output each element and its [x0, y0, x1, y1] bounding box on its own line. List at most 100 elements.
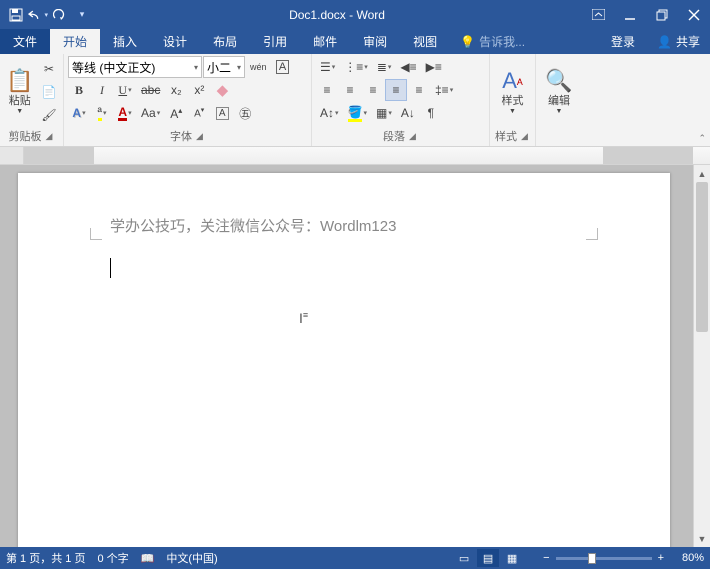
underline-button[interactable]: U▾ — [114, 79, 136, 101]
ribbon-display-options-icon[interactable] — [582, 0, 614, 29]
save-icon[interactable] — [6, 4, 26, 26]
cut-button[interactable]: ✂ — [37, 58, 60, 80]
horizontal-ruler[interactable] — [0, 147, 710, 165]
zoom-out-icon[interactable]: − — [543, 552, 549, 564]
paste-button[interactable]: 📋 粘贴 ▼ — [4, 56, 35, 128]
wen-label: wén — [250, 62, 267, 72]
subscript-button[interactable]: x₂ — [165, 79, 187, 101]
italic-button[interactable]: I — [91, 79, 113, 101]
tab-file[interactable]: 文件 — [0, 29, 50, 54]
pilcrow-icon: ¶ — [428, 106, 434, 120]
share-button[interactable]: 👤共享 — [647, 29, 710, 54]
page-count[interactable]: 第 1 页，共 1 页 — [6, 550, 85, 566]
web-layout-view-icon[interactable]: ▦ — [501, 549, 523, 567]
grow-font-button[interactable]: A▴ — [165, 102, 187, 124]
paragraph-dialog-launcher-icon[interactable]: ◢ — [407, 131, 418, 142]
tab-view[interactable]: 视图 — [400, 29, 450, 54]
close-icon[interactable] — [678, 0, 710, 29]
enclose-char-button[interactable]: ㊄ — [234, 102, 256, 124]
tab-mailings[interactable]: 邮件 — [300, 29, 350, 54]
tab-references[interactable]: 引用 — [250, 29, 300, 54]
clipboard-dialog-launcher-icon[interactable]: ◢ — [44, 131, 55, 142]
chevron-down-icon: ▼ — [16, 108, 23, 115]
zoom-slider[interactable] — [556, 557, 652, 560]
shrink-font-button[interactable]: A▾ — [188, 102, 210, 124]
ruler-left-margin[interactable] — [24, 147, 94, 164]
word-count[interactable]: 0 个字 — [97, 550, 128, 566]
increase-indent-button[interactable]: ▶≡ — [422, 56, 446, 78]
spellcheck-button[interactable]: 📖 — [141, 552, 155, 565]
page[interactable]: 学办公技巧，关注微信公众号：Wordlm123 I≡ — [18, 173, 670, 547]
collapse-ribbon-icon[interactable]: ⌃ — [698, 133, 706, 144]
language-button[interactable]: 中文(中国) — [166, 550, 217, 566]
align-left-button[interactable]: ≡ — [316, 79, 338, 101]
line-spacing-button[interactable]: ‡≡▾ — [431, 79, 457, 101]
vertical-scrollbar[interactable]: ▲ ▼ — [693, 165, 710, 547]
zoom-in-icon[interactable]: + — [658, 552, 664, 564]
decrease-indent-button[interactable]: ◀≡ — [396, 56, 420, 78]
font-dialog-launcher-icon[interactable]: ◢ — [194, 131, 205, 142]
ruler-right-margin[interactable] — [603, 147, 693, 164]
bold-icon: B — [75, 83, 83, 98]
phonetic-guide-button[interactable]: wén — [246, 56, 271, 78]
chevron-down-icon: ▾ — [388, 63, 392, 71]
text-effects-button[interactable]: A▾ — [68, 102, 90, 124]
undo-icon[interactable]: ▾ — [28, 4, 48, 26]
editing-group-label — [540, 128, 578, 144]
print-layout-view-icon[interactable]: ▤ — [477, 549, 499, 567]
restore-icon[interactable] — [646, 0, 678, 29]
qat-customize-icon[interactable]: ▾ — [72, 4, 92, 26]
zoom-thumb[interactable] — [588, 553, 596, 564]
tell-me-search[interactable]: 💡告诉我... — [450, 29, 535, 54]
format-painter-button[interactable]: 🖌 — [37, 104, 60, 126]
clear-formatting-button[interactable]: ◆ — [211, 79, 233, 101]
redo-icon[interactable] — [50, 4, 70, 26]
styles-button[interactable]: Aᴬ 样式 ▼ — [494, 56, 531, 128]
shading-button[interactable]: 🪣▾ — [344, 102, 371, 124]
chevron-down-icon: ▾ — [157, 109, 161, 117]
font-size-combo[interactable]: 小二▾ — [203, 56, 245, 78]
change-case-button[interactable]: Aa▾ — [137, 102, 164, 124]
signin-link[interactable]: 登录 — [599, 29, 647, 54]
font-name-combo[interactable]: 等线 (中文正文)▾ — [68, 56, 202, 78]
show-marks-button[interactable]: ¶ — [420, 102, 442, 124]
scroll-up-icon[interactable]: ▲ — [694, 165, 710, 182]
align-center-button[interactable]: ≡ — [339, 79, 361, 101]
text-direction-button[interactable]: A↕▾ — [316, 102, 343, 124]
bullets-button[interactable]: ☰▾ — [316, 56, 339, 78]
numbering-button[interactable]: ⋮≡▾ — [340, 56, 372, 78]
scroll-thumb[interactable] — [696, 182, 708, 332]
tab-review[interactable]: 审阅 — [350, 29, 400, 54]
font-color-button[interactable]: A▾ — [114, 102, 136, 124]
tab-design[interactable]: 设计 — [150, 29, 200, 54]
align-justify-button[interactable]: ≡ — [385, 79, 407, 101]
font-size-value: 小二 — [207, 59, 231, 76]
read-mode-view-icon[interactable]: ▭ — [453, 549, 475, 567]
distribute-button[interactable]: ≡ — [408, 79, 430, 101]
highlight-button[interactable]: ª▾ — [91, 102, 113, 124]
align-center-icon: ≡ — [346, 83, 353, 97]
borders-button[interactable]: ▦▾ — [372, 102, 396, 124]
align-right-button[interactable]: ≡ — [362, 79, 384, 101]
ruler-track[interactable] — [24, 147, 710, 164]
styles-dialog-launcher-icon[interactable]: ◢ — [519, 131, 530, 142]
indent-icon: ▶≡ — [426, 60, 442, 74]
minimize-icon[interactable] — [614, 0, 646, 29]
tab-insert[interactable]: 插入 — [100, 29, 150, 54]
superscript-button[interactable]: x² — [188, 79, 210, 101]
header-text[interactable]: 学办公技巧，关注微信公众号：Wordlm123 — [110, 215, 396, 236]
zoom-value[interactable]: 80% — [670, 552, 704, 564]
strikethrough-button[interactable]: abc — [137, 79, 164, 101]
editing-button[interactable]: 🔍 编辑 ▼ — [540, 56, 578, 128]
bold-button[interactable]: B — [68, 79, 90, 101]
copy-button[interactable]: 📄 — [37, 81, 60, 103]
scroll-down-icon[interactable]: ▼ — [694, 530, 710, 547]
tab-layout[interactable]: 布局 — [200, 29, 250, 54]
tab-home[interactable]: 开始 — [50, 29, 100, 54]
multilevel-button[interactable]: ≣▾ — [373, 56, 396, 78]
share-icon: 👤 — [657, 35, 672, 49]
char-border-button[interactable]: A — [272, 56, 294, 78]
bucket-icon: 🪣 — [348, 105, 363, 122]
char-shading-button[interactable]: A — [211, 102, 233, 124]
sort-button[interactable]: A↓ — [397, 102, 419, 124]
